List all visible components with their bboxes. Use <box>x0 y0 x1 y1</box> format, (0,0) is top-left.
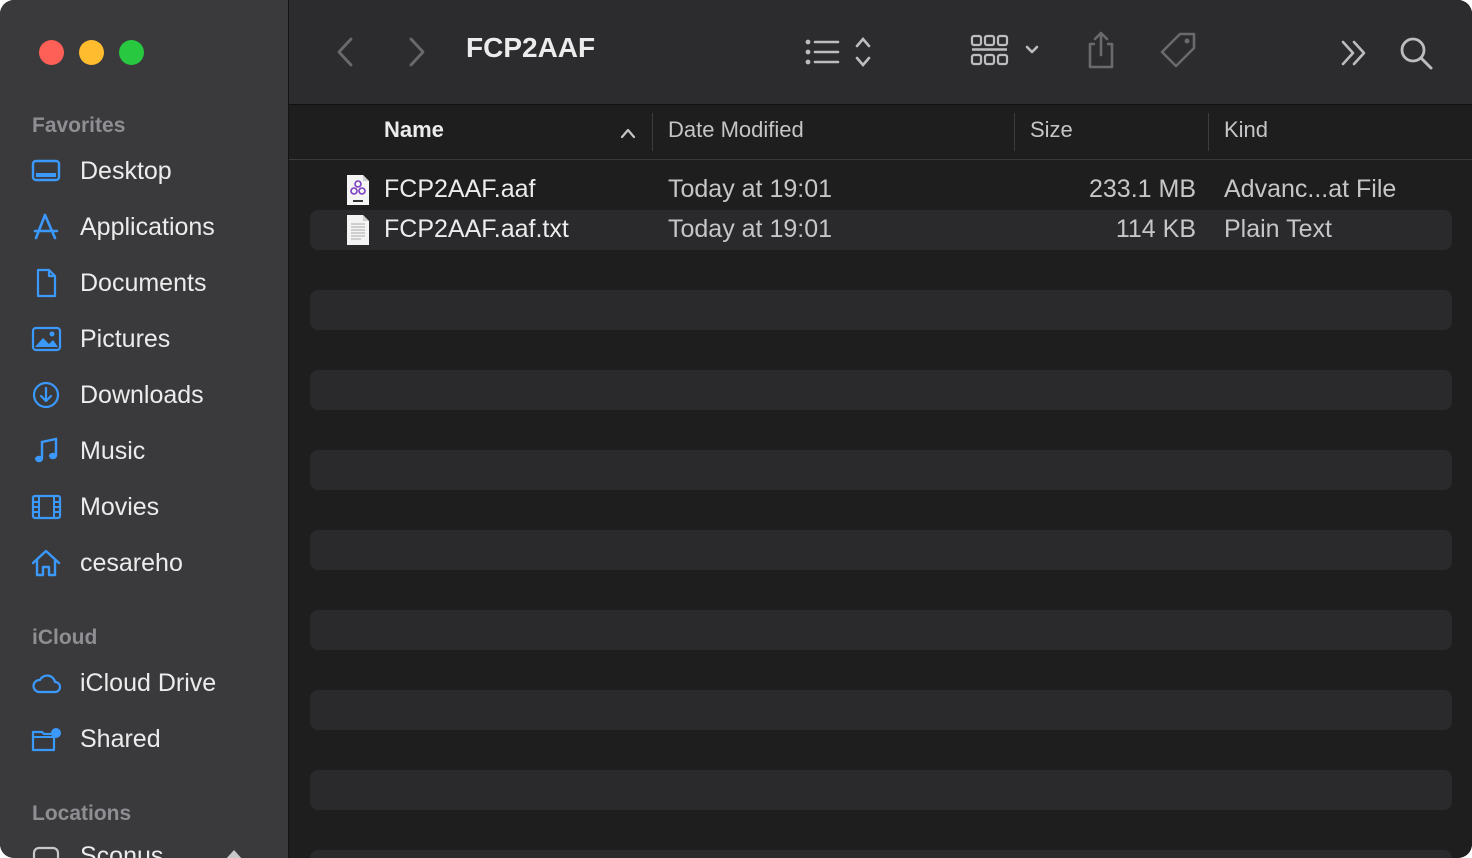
content-area: FCP2AAF Name Date Modified Size Kind FCP… <box>289 0 1472 858</box>
sidebar-item-label: Movies <box>80 492 160 521</box>
empty-row <box>310 690 1452 730</box>
gallery-view-icon[interactable] <box>970 33 1044 69</box>
pictures-icon <box>30 323 66 355</box>
file-row[interactable]: FCP2AAF.aaf.txt Today at 19:01 114 KB Pl… <box>310 210 1452 250</box>
sidebar-item-label: cesareho <box>80 548 183 577</box>
forward-icon[interactable] <box>405 36 429 68</box>
eject-icon[interactable] <box>223 848 245 858</box>
sidebar-item-icloud-drive[interactable]: iCloud Drive <box>30 661 280 705</box>
downloads-icon <box>30 379 66 411</box>
home-icon <box>30 547 66 579</box>
tag-icon[interactable] <box>1158 31 1198 71</box>
music-icon <box>30 435 66 467</box>
minimize-button[interactable] <box>79 40 104 65</box>
empty-row <box>310 450 1452 490</box>
file-size: 114 KB <box>1115 215 1196 243</box>
list-view-icon[interactable] <box>804 36 876 68</box>
column-divider[interactable] <box>652 113 653 151</box>
window-controls <box>39 40 144 65</box>
sidebar-item-label: Applications <box>80 212 215 241</box>
sidebar-item-applications[interactable]: Applications <box>30 205 280 249</box>
empty-row <box>310 850 1452 858</box>
shared-folder-icon <box>30 723 66 755</box>
column-kind-header[interactable]: Kind <box>1224 117 1268 143</box>
empty-row <box>310 610 1452 650</box>
finder-window: Favorites Desktop Applications Documents… <box>0 0 1472 858</box>
sidebar-item-label: Downloads <box>80 380 204 409</box>
search-icon[interactable] <box>1398 35 1434 71</box>
sidebar-item-label: Documents <box>80 268 207 297</box>
empty-row <box>310 370 1452 410</box>
column-divider[interactable] <box>1208 113 1209 151</box>
sidebar-item-downloads[interactable]: Downloads <box>30 373 280 417</box>
movies-icon <box>30 491 66 523</box>
empty-row <box>310 290 1452 330</box>
cloud-icon <box>30 667 66 699</box>
sidebar-item-music[interactable]: Music <box>30 429 280 473</box>
sidebar-item-label: Sconus <box>80 841 164 858</box>
aaf-file-icon <box>345 174 371 211</box>
zoom-button[interactable] <box>119 40 144 65</box>
sidebar-item-label: Shared <box>80 724 161 753</box>
sidebar-item-pictures[interactable]: Pictures <box>30 317 280 361</box>
file-kind: Advanc...at File <box>1224 175 1397 203</box>
more-icon[interactable] <box>1340 38 1368 68</box>
sidebar-item-label: Desktop <box>80 156 172 185</box>
sidebar-item-shared[interactable]: Shared <box>30 717 280 761</box>
applications-icon <box>30 211 66 243</box>
column-date-header[interactable]: Date Modified <box>668 117 804 143</box>
sidebar-item-label: Pictures <box>80 324 171 353</box>
file-date: Today at 19:01 <box>668 215 833 243</box>
sidebar-item-movies[interactable]: Movies <box>30 485 280 529</box>
column-name-header[interactable]: Name <box>384 117 444 143</box>
sidebar: Favorites Desktop Applications Documents… <box>0 0 289 858</box>
back-icon[interactable] <box>333 36 357 68</box>
file-date: Today at 19:01 <box>668 175 833 203</box>
toolbar: FCP2AAF <box>289 0 1472 105</box>
file-name: FCP2AAF.aaf.txt <box>384 215 569 243</box>
desktop-icon <box>30 155 66 187</box>
sidebar-item-label: iCloud Drive <box>80 668 217 697</box>
disk-icon <box>30 840 66 858</box>
share-icon[interactable] <box>1085 30 1117 70</box>
file-size: 233.1 MB <box>1088 175 1196 203</box>
file-name: FCP2AAF.aaf <box>384 175 536 203</box>
sidebar-section-locations: Locations <box>32 802 132 825</box>
column-divider[interactable] <box>1014 113 1015 151</box>
empty-row <box>310 530 1452 570</box>
text-file-icon <box>345 214 371 251</box>
column-size-header[interactable]: Size <box>1030 117 1073 143</box>
window-title: FCP2AAF <box>466 32 596 63</box>
sidebar-item-label: Music <box>80 436 146 465</box>
file-kind: Plain Text <box>1224 215 1332 243</box>
file-row[interactable]: FCP2AAF.aaf Today at 19:01 233.1 MB Adva… <box>310 170 1452 210</box>
sidebar-item-home[interactable]: cesareho <box>30 541 280 585</box>
sidebar-section-icloud: iCloud <box>32 626 98 649</box>
sort-ascending-icon[interactable] <box>620 126 636 144</box>
sidebar-item-documents[interactable]: Documents <box>30 261 280 305</box>
sidebar-section-favorites: Favorites <box>32 114 126 137</box>
column-header: Name Date Modified Size Kind <box>289 105 1472 160</box>
close-button[interactable] <box>39 40 64 65</box>
empty-row <box>310 770 1452 810</box>
document-icon <box>30 267 66 299</box>
sidebar-item-disk[interactable]: Sconus <box>30 834 280 858</box>
sidebar-item-desktop[interactable]: Desktop <box>30 149 280 193</box>
